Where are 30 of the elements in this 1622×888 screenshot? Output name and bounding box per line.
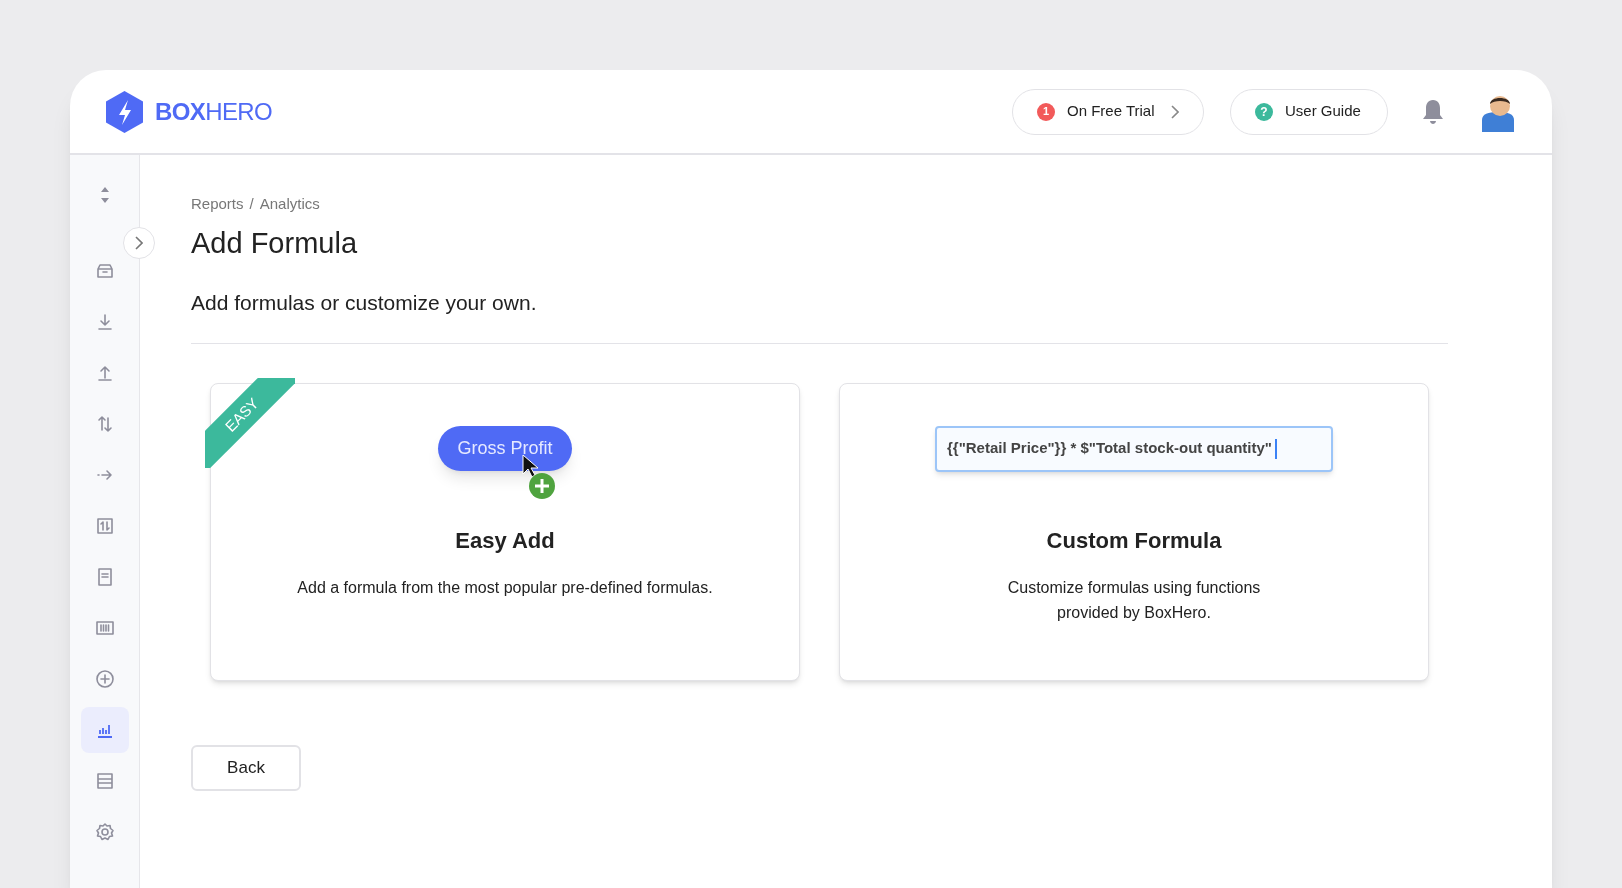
adjust-icon bbox=[94, 516, 115, 536]
cursor-add-drawing bbox=[522, 454, 557, 500]
chevron-right-icon bbox=[1171, 104, 1179, 119]
formula-input-field[interactable]: {{"Retail Price"}} * $"Total stock-out quantity" bbox=[935, 425, 1333, 472]
notification-bell-icon[interactable] bbox=[1422, 98, 1444, 125]
card-description: Add a formula from the most popular pre-defined formulas. bbox=[297, 577, 713, 598]
card-description: Customize formulas using functions provided by BoxHero. bbox=[1006, 577, 1262, 623]
barcode-icon bbox=[94, 618, 115, 638]
chevron-right-icon bbox=[135, 236, 143, 250]
breadcrumb-link[interactable]: Reports bbox=[191, 193, 244, 216]
gross-profit-chip: Gross Profit bbox=[438, 426, 572, 471]
page-title: Add Formula bbox=[191, 225, 358, 261]
sidebar-item[interactable] bbox=[80, 707, 129, 753]
alert-badge-icon: 1 bbox=[1037, 102, 1055, 121]
breadcrumb-link[interactable]: Analytics bbox=[259, 193, 320, 216]
box-icon bbox=[94, 261, 115, 281]
card-title: Custom Formula bbox=[1046, 526, 1222, 555]
page-subtitle: Add formulas or customize your own. bbox=[191, 290, 538, 316]
database-icon bbox=[94, 771, 115, 791]
help-icon: ? bbox=[1255, 102, 1273, 121]
breadcrumb-separator: / bbox=[249, 194, 254, 214]
logo-icon bbox=[106, 90, 143, 133]
add-circle-icon bbox=[94, 669, 115, 689]
card-title: Easy Add bbox=[455, 526, 555, 555]
settings-icon bbox=[94, 822, 115, 842]
back-button[interactable]: Back bbox=[191, 744, 301, 791]
option-card[interactable]: {{"Retail Price"}} * $"Total stock-out quantity" Custom Formula Customize formulas using functions provided by BoxHero. bbox=[839, 382, 1429, 681]
logo-text: BOXHERO bbox=[155, 96, 273, 127]
expand-sidebar-button[interactable] bbox=[123, 227, 155, 259]
text-cursor bbox=[1274, 438, 1277, 459]
